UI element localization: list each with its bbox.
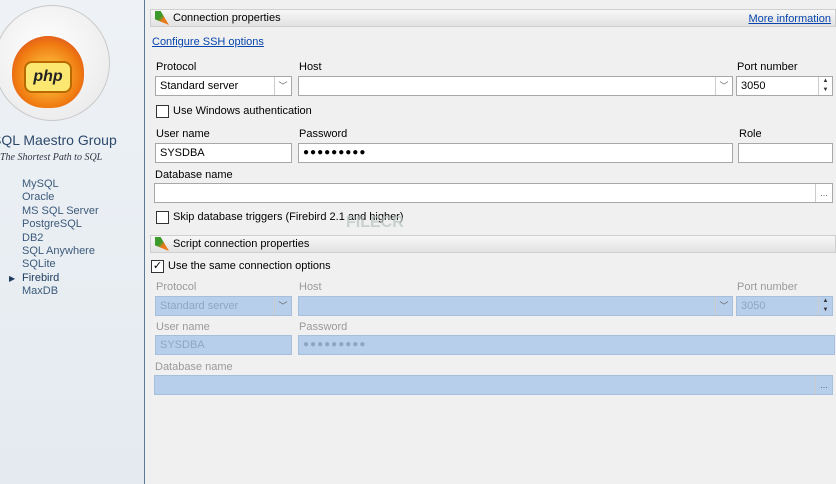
chevron-down-icon[interactable]: ﹀ xyxy=(274,77,291,95)
password-label: Password xyxy=(299,128,348,140)
db-item-db2[interactable]: DB2 xyxy=(22,232,99,245)
same-options-checkbox[interactable]: ✓ Use the same connection options xyxy=(151,260,331,273)
browse-button[interactable]: ... xyxy=(815,376,832,394)
db-item-mssql[interactable]: MS SQL Server xyxy=(22,205,99,218)
properties-icon xyxy=(155,237,169,251)
db-item-firebird[interactable]: Firebird xyxy=(9,272,99,286)
script-user-input[interactable]: SYSDBA xyxy=(155,335,292,355)
db-item-sqlanywhere[interactable]: SQL Anywhere xyxy=(22,245,99,258)
script-password-input[interactable]: ●●●●●●●●● xyxy=(298,335,835,355)
port-value: 3050 xyxy=(741,300,766,312)
checkbox-box[interactable] xyxy=(156,211,169,224)
db-item-mysql[interactable]: MySQL xyxy=(22,178,99,191)
chevron-down-icon[interactable]: ﹀ xyxy=(274,297,291,315)
database-list: MySQL Oracle MS SQL Server PostgreSQL DB… xyxy=(9,178,99,299)
script-user-label: User name xyxy=(156,321,210,333)
script-protocol-select[interactable]: Standard server ﹀ xyxy=(155,296,292,316)
script-port-label: Port number xyxy=(737,281,798,293)
script-properties-header: Script connection properties xyxy=(150,235,836,253)
protocol-value: Standard server xyxy=(160,300,239,312)
checkbox-box[interactable]: ✓ xyxy=(151,260,164,273)
logo: php xyxy=(0,5,110,121)
port-value: 3050 xyxy=(741,80,766,92)
connection-properties-header: Connection properties More information xyxy=(150,9,836,27)
chevron-down-icon[interactable]: ﹀ xyxy=(715,77,732,95)
more-information-link[interactable]: More information xyxy=(748,11,831,27)
section-title: Script connection properties xyxy=(173,238,310,250)
checkbox-label: Use the same connection options xyxy=(168,260,331,272)
user-input[interactable]: SYSDBA xyxy=(155,143,292,163)
database-input[interactable]: ... xyxy=(154,183,833,203)
checkbox-label: Use Windows authentication xyxy=(173,105,312,117)
role-input[interactable] xyxy=(738,143,833,163)
port-stepper[interactable]: 3050 ▲ ▼ xyxy=(736,76,833,96)
spin-arrows-icon[interactable]: ▲ ▼ xyxy=(818,77,832,95)
sidebar: php SQL Maestro Group The Shortest Path … xyxy=(0,0,145,484)
watermark: FILECR xyxy=(346,214,404,231)
role-label: Role xyxy=(739,128,762,140)
spin-arrows-icon[interactable]: ▲ ▼ xyxy=(818,297,832,315)
script-host-label: Host xyxy=(299,281,322,293)
slogan: The Shortest Path to SQL xyxy=(0,152,103,163)
brand-name: SQL Maestro Group xyxy=(0,132,117,148)
protocol-label: Protocol xyxy=(156,61,197,73)
db-item-maxdb[interactable]: MaxDB xyxy=(22,285,99,298)
script-host-select[interactable]: ﹀ xyxy=(298,296,733,316)
php-logo: php xyxy=(24,61,72,93)
checkbox-box[interactable] xyxy=(156,105,169,118)
database-label: Database name xyxy=(155,169,233,181)
script-password-label: Password xyxy=(299,321,348,333)
script-database-label: Database name xyxy=(155,361,233,373)
port-label: Port number xyxy=(737,61,798,73)
script-database-input[interactable]: ... xyxy=(154,375,833,395)
password-input[interactable]: ●●●●●●●●● xyxy=(298,143,733,163)
script-protocol-label: Protocol xyxy=(156,281,197,293)
configure-ssh-link[interactable]: Configure SSH options xyxy=(152,36,264,48)
db-item-sqlite[interactable]: SQLite xyxy=(22,258,99,271)
host-select[interactable]: ﹀ xyxy=(298,76,733,96)
section-title: Connection properties xyxy=(173,12,281,24)
browse-button[interactable]: ... xyxy=(815,184,832,202)
protocol-value: Standard server xyxy=(160,80,239,92)
properties-icon xyxy=(155,11,169,25)
user-label: User name xyxy=(156,128,210,140)
db-item-postgresql[interactable]: PostgreSQL xyxy=(22,218,99,231)
db-item-oracle[interactable]: Oracle xyxy=(22,191,99,204)
protocol-select[interactable]: Standard server ﹀ xyxy=(155,76,292,96)
script-port-stepper[interactable]: 3050 ▲ ▼ xyxy=(736,296,833,316)
windows-auth-checkbox[interactable]: Use Windows authentication xyxy=(156,105,312,118)
chevron-down-icon[interactable]: ﹀ xyxy=(715,297,732,315)
host-label: Host xyxy=(299,61,322,73)
main-panel: Connection properties More information C… xyxy=(146,0,836,484)
